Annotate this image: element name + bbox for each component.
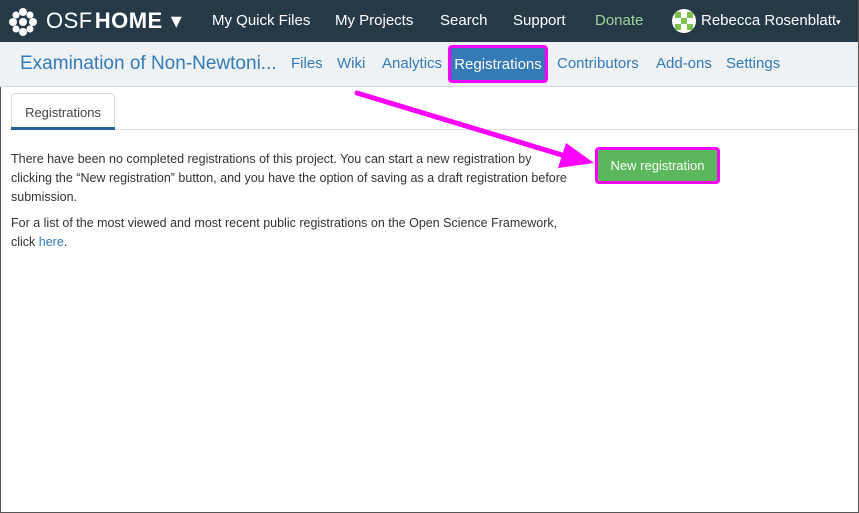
user-menu[interactable]: Rebecca Rosenblatt▾ bbox=[701, 12, 841, 29]
brand-osf: OSF bbox=[46, 8, 93, 33]
tab-wiki[interactable]: Wiki bbox=[337, 55, 365, 72]
tab-add-ons[interactable]: Add-ons bbox=[656, 55, 712, 72]
nav-my-quick-files[interactable]: My Quick Files bbox=[212, 12, 310, 29]
tab-divider bbox=[115, 129, 858, 130]
registrations-content: There have been no completed registratio… bbox=[11, 150, 571, 259]
active-tab-indicator bbox=[11, 127, 115, 130]
tab-contributors[interactable]: Contributors bbox=[557, 55, 639, 72]
avatar[interactable] bbox=[672, 9, 696, 33]
nav-support[interactable]: Support bbox=[513, 12, 566, 29]
tab-settings[interactable]: Settings bbox=[726, 55, 780, 72]
nav-donate[interactable]: Donate bbox=[595, 12, 643, 29]
osf-home-menu[interactable]: OSF HOME ▾ bbox=[46, 8, 182, 34]
no-registrations-text: There have been no completed registratio… bbox=[11, 152, 567, 204]
tab-registrations-label: Registrations bbox=[454, 55, 542, 73]
tab-registrations[interactable]: Registrations bbox=[448, 45, 548, 83]
new-registration-button[interactable]: New registration bbox=[595, 147, 720, 184]
project-title[interactable]: Examination of Non-Newtoni... bbox=[20, 53, 277, 75]
tab-files[interactable]: Files bbox=[291, 55, 323, 72]
tab-registrations-subtab[interactable]: Registrations bbox=[11, 93, 115, 130]
tab-analytics[interactable]: Analytics bbox=[382, 55, 442, 72]
nav-search[interactable]: Search bbox=[440, 12, 488, 29]
new-registration-label: New registration bbox=[610, 158, 705, 173]
project-navbar: Examination of Non-Newtoni... Files Wiki… bbox=[0, 42, 858, 87]
public-registrations-text: For a list of the most viewed and most r… bbox=[11, 214, 571, 252]
brand-home: HOME bbox=[94, 8, 163, 33]
nav-my-projects[interactable]: My Projects bbox=[335, 12, 413, 29]
osf-logo-icon[interactable] bbox=[8, 7, 38, 37]
top-navbar: OSF HOME ▾ My Quick Files My Projects Se… bbox=[0, 0, 858, 42]
caret-down-icon: ▾ bbox=[836, 17, 841, 27]
user-name-label: Rebecca Rosenblatt bbox=[701, 12, 837, 29]
public-registrations-suffix: . bbox=[63, 235, 68, 249]
chevron-down-icon: ▾ bbox=[170, 8, 183, 33]
public-registrations-prefix: For a list of the most viewed and most r… bbox=[11, 216, 558, 249]
here-link[interactable]: here bbox=[39, 235, 64, 249]
